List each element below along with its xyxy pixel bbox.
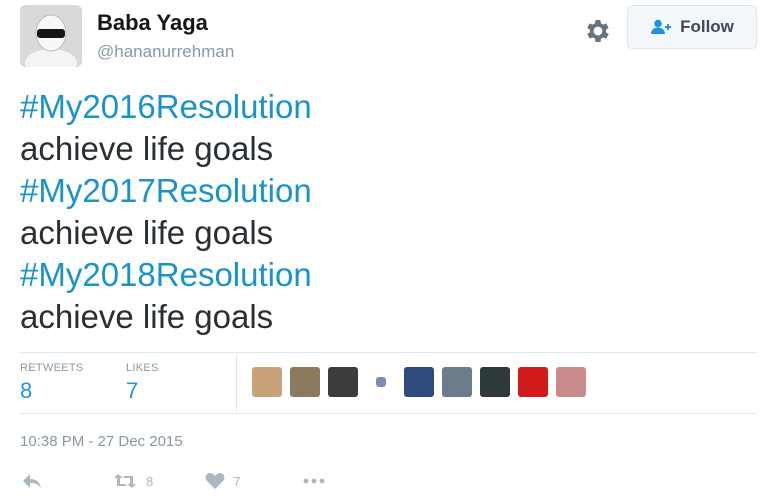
timestamp[interactable]: 10:38 PM - 27 Dec 2015	[20, 433, 183, 450]
tweet-text: #My2016Resolution achieve life goals #My…	[20, 86, 312, 338]
more-icon	[304, 478, 325, 484]
retweets-stat[interactable]: RETWEETS 8	[20, 362, 84, 404]
divider	[20, 413, 757, 414]
tweet-line: achieve life goals	[20, 130, 274, 167]
retweets-count: 8	[20, 378, 33, 403]
hashtag-link[interactable]: #My2016Resolution	[20, 86, 312, 128]
retweet-button[interactable]: 8	[112, 472, 153, 490]
tweet-line: achieve life goals	[20, 214, 274, 251]
more-button[interactable]	[302, 477, 326, 485]
hashtag-link[interactable]: #My2018Resolution	[20, 254, 312, 296]
liker-avatar[interactable]	[252, 367, 282, 397]
profile-image	[20, 5, 82, 67]
divider	[236, 354, 237, 412]
user-handle[interactable]: @hananurrehman	[97, 42, 234, 62]
retweet-count: 8	[146, 473, 154, 489]
like-count: 7	[233, 473, 241, 489]
gear-icon[interactable]	[583, 16, 613, 46]
add-user-icon	[651, 19, 672, 34]
likes-stat[interactable]: LIKES 7	[126, 362, 159, 404]
avatar[interactable]	[20, 5, 82, 67]
follow-label: Follow	[680, 17, 734, 36]
retweets-label: RETWEETS	[20, 362, 84, 374]
liker-avatar[interactable]	[480, 367, 510, 397]
likes-count: 7	[126, 378, 139, 403]
retweet-icon	[114, 474, 136, 488]
reply-button[interactable]	[20, 472, 44, 490]
hashtag-link[interactable]: #My2017Resolution	[20, 170, 312, 212]
heart-icon	[205, 473, 225, 489]
display-name[interactable]: Baba Yaga	[97, 10, 208, 36]
liker-avatar[interactable]	[518, 367, 548, 397]
like-button[interactable]: 7	[205, 472, 240, 490]
action-bar: 8 7	[20, 472, 326, 490]
liker-avatar[interactable]	[376, 377, 386, 387]
likes-label: LIKES	[126, 362, 159, 374]
liker-avatar[interactable]	[556, 367, 586, 397]
liker-avatar[interactable]	[404, 367, 434, 397]
follow-button[interactable]: Follow	[627, 5, 757, 49]
reply-icon	[23, 474, 41, 488]
tweet-line: achieve life goals	[20, 298, 274, 335]
divider	[20, 352, 757, 353]
liker-avatar[interactable]	[442, 367, 472, 397]
liker-avatars	[252, 367, 586, 397]
liker-avatar[interactable]	[290, 367, 320, 397]
liker-avatar[interactable]	[328, 367, 358, 397]
